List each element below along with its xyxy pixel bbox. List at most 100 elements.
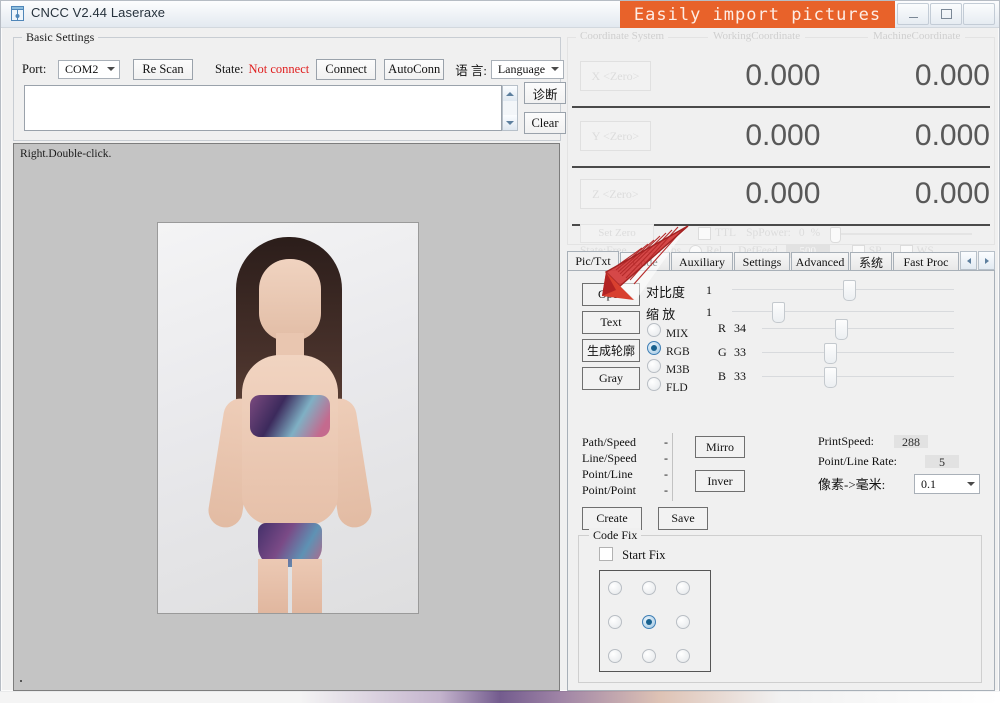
tab-settings[interactable]: Settings: [734, 252, 790, 271]
mode-radio-m3b[interactable]: M3B: [647, 359, 690, 378]
tab-fast-proc[interactable]: Fast Proc: [893, 252, 959, 271]
sppower-slider-knob[interactable]: [830, 227, 842, 243]
state-value: Not connect: [248, 61, 310, 76]
language-select[interactable]: Language: [490, 59, 564, 79]
machine-status-row-1: Set Zero TTL SpPower: 0 %: [572, 223, 992, 243]
z-machine-value: 0.000: [914, 177, 990, 210]
minimize-button[interactable]: [897, 3, 929, 25]
log-scrollbar[interactable]: [502, 85, 518, 131]
maximize-button[interactable]: [930, 3, 962, 25]
y-zero-button[interactable]: Y <Zero>: [580, 121, 651, 151]
fix-position-grid[interactable]: [599, 570, 711, 672]
fix-cell-4[interactable]: [642, 615, 656, 629]
create-button[interactable]: Create: [582, 507, 642, 530]
b-slider[interactable]: [762, 367, 954, 388]
path-speed-label: Path/Speed: [582, 435, 636, 449]
fix-cell-0[interactable]: [608, 581, 622, 595]
fix-cell-2[interactable]: [676, 581, 690, 595]
rescan-button[interactable]: Re Scan: [133, 58, 193, 80]
g-slider[interactable]: [762, 343, 954, 364]
port-select[interactable]: COM2: [58, 59, 120, 79]
triangle-left-icon: [966, 257, 971, 264]
mode-radio-mix[interactable]: MIX: [647, 323, 688, 342]
tab-auxiliary[interactable]: Auxiliary: [671, 252, 733, 271]
log-textarea[interactable]: [24, 85, 502, 131]
y-working-value: 0.000: [745, 119, 821, 152]
mode-label-fld: FLD: [666, 382, 688, 394]
code-fix-legend: Code Fix: [589, 528, 642, 543]
tab-scroll-left-button[interactable]: [960, 251, 977, 270]
fix-cell-7[interactable]: [642, 649, 656, 663]
open-button[interactable]: Open: [582, 283, 640, 306]
radio-icon: [647, 377, 661, 391]
working-coordinate-header: WorkingCoordinate: [708, 30, 806, 42]
tab-system[interactable]: 系统: [850, 252, 892, 271]
g-slider-knob[interactable]: [824, 343, 837, 364]
tab-scroll-right-button[interactable]: [978, 251, 995, 270]
promo-banner: Easily import pictures: [620, 1, 895, 28]
close-button[interactable]: [963, 3, 995, 25]
scale-slider-knob[interactable]: [772, 302, 785, 323]
tab-pic-txt[interactable]: Pic/Txt: [567, 251, 619, 271]
start-fix-checkbox[interactable]: [599, 547, 613, 561]
triangle-down-icon: [506, 120, 514, 125]
machine-coordinate-header: MachineCoordinate: [868, 30, 966, 42]
port-value: COM2: [65, 61, 99, 76]
window-controls[interactable]: [897, 3, 995, 25]
point-line-value: -: [664, 467, 668, 481]
basic-settings-legend: Basic Settings: [22, 30, 99, 45]
clear-button[interactable]: Clear: [524, 112, 566, 134]
r-slider[interactable]: [762, 319, 954, 340]
tab-code[interactable]: Code: [620, 252, 670, 271]
fix-cell-6[interactable]: [608, 649, 622, 663]
connection-row: Port: COM2 Re Scan State: Not connect Co…: [22, 58, 564, 80]
y-machine-value: 0.000: [914, 119, 990, 152]
b-slider-knob[interactable]: [824, 367, 837, 388]
basic-settings-group: Basic Settings Port: COM2 Re Scan State:…: [13, 30, 566, 141]
preview-canvas[interactable]: Right.Double-click.: [13, 143, 560, 691]
tab-scroll-controls[interactable]: [959, 251, 995, 270]
ttl-checkbox[interactable]: [698, 226, 711, 240]
port-label: Port:: [22, 61, 47, 76]
point-point-label: Point/Point: [582, 483, 637, 497]
set-zero-button[interactable]: Set Zero: [580, 223, 654, 243]
line-speed-label: Line/Speed: [582, 451, 637, 465]
contrast-slider-knob[interactable]: [843, 280, 856, 301]
scroll-up-button[interactable]: [503, 86, 517, 101]
fix-cell-1[interactable]: [642, 581, 656, 595]
scroll-down-button[interactable]: [503, 115, 517, 130]
ttl-label: TTL: [715, 227, 737, 239]
x-working-value: 0.000: [745, 59, 821, 92]
tab-advanced[interactable]: Advanced: [791, 252, 849, 271]
point-line-rate-value: 5: [925, 455, 959, 469]
mode-radio-fld[interactable]: FLD: [647, 377, 688, 396]
photo-shape: [292, 559, 322, 613]
generate-outline-button[interactable]: 生成轮廓: [582, 339, 640, 362]
fix-cell-5[interactable]: [676, 615, 690, 629]
mode-radio-rgb[interactable]: RGB: [647, 341, 690, 360]
sppower-slider[interactable]: [830, 227, 973, 243]
contrast-slider[interactable]: [732, 280, 954, 301]
tab-bar[interactable]: Pic/Txt Code Auxiliary Settings Advanced…: [567, 251, 995, 271]
pixel-mm-select[interactable]: 0.1: [914, 474, 980, 494]
x-zero-button[interactable]: X <Zero>: [580, 61, 651, 91]
start-fix-row[interactable]: Start Fix: [599, 547, 666, 563]
scale-slider[interactable]: [732, 302, 954, 323]
fix-cell-3[interactable]: [608, 615, 622, 629]
g-value: 33: [734, 345, 746, 359]
inver-button[interactable]: Inver: [695, 470, 745, 492]
text-button[interactable]: Text: [582, 311, 640, 334]
save-button[interactable]: Save: [658, 507, 708, 530]
gray-button[interactable]: Gray: [582, 367, 640, 390]
z-zero-button[interactable]: Z <Zero>: [580, 179, 651, 209]
r-slider-knob[interactable]: [835, 319, 848, 340]
code-fix-group: Code Fix Start Fix: [578, 528, 982, 683]
fix-cell-8[interactable]: [676, 649, 690, 663]
autoconn-button[interactable]: AutoConn: [384, 58, 445, 80]
connect-button[interactable]: Connect: [316, 58, 377, 80]
mirro-button[interactable]: Mirro: [695, 436, 745, 458]
imported-picture[interactable]: [157, 222, 419, 614]
language-value: Language: [497, 61, 546, 76]
state-label: State:: [215, 61, 244, 76]
diagnose-button[interactable]: 诊断: [524, 82, 566, 104]
